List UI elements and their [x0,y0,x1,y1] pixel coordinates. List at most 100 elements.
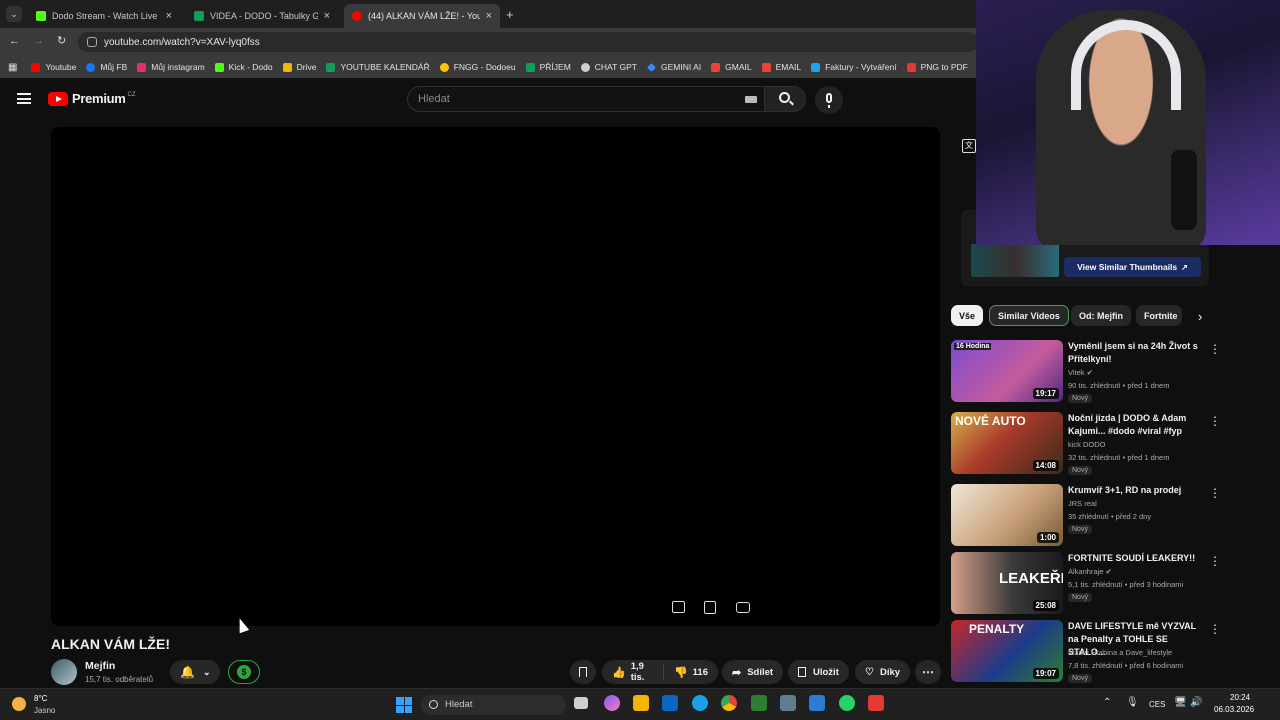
video-thumbnail[interactable]: NOVÉ AUTO 14:08 [951,412,1063,474]
view-similar-thumbnails-button[interactable]: View Similar Thumbnails ↗ [1064,257,1201,277]
reload-icon[interactable]: ↻ [57,34,66,47]
more-actions-button[interactable]: ⋯ [915,660,941,684]
voice-search-button[interactable] [815,86,843,114]
more-vertical-icon[interactable]: ⋮ [1209,414,1221,428]
app-icon[interactable] [868,695,884,711]
bookmark-fngg[interactable]: FNGG - Dodoeu [439,62,516,72]
back-icon[interactable]: ← [9,35,20,47]
save-to-list-button[interactable] [570,660,596,684]
browser-tab-2[interactable]: VIDEA - DODO - Tabulky Googl × [186,4,338,28]
bookmark-youtube[interactable]: Youtube [31,62,76,72]
chevron-right-icon[interactable]: › [1198,309,1202,324]
address-bar[interactable]: youtube.com/watch?v=XAV-lyq0fss [78,32,978,52]
clock-time[interactable]: 20:24 [1230,693,1250,702]
more-vertical-icon[interactable]: ⋮ [1209,622,1221,636]
close-tab-icon[interactable]: × [486,10,492,22]
site-info-icon[interactable] [87,37,97,47]
channel-name[interactable]: kick DODO [1068,440,1106,449]
file-explorer-icon[interactable] [633,695,649,711]
bookmark-drive[interactable]: Drive [282,62,316,72]
channel-name[interactable]: JRS real [1068,499,1097,508]
search-button[interactable] [764,86,806,112]
language-indicator[interactable]: CES [1149,700,1165,709]
outlook-icon[interactable] [662,695,678,711]
menu-icon[interactable] [17,93,31,104]
new-tab-icon[interactable]: + [506,7,514,22]
browser-tab-1[interactable]: Dodo Stream - Watch Live on K × [28,4,180,28]
video-title[interactable]: Krumvíř 3+1, RD na prodej [1068,484,1204,497]
chip-similar-videos[interactable]: Similar Videos [989,305,1069,326]
like-button[interactable]: 👍 1,9 tis. [602,661,664,683]
more-vertical-icon[interactable]: ⋮ [1209,554,1221,568]
video-thumbnail[interactable]: 1:00 [951,484,1063,546]
task-view-icon[interactable] [574,697,588,709]
bookmark-gmail[interactable]: GMAIL [711,62,752,72]
up-chevron-icon[interactable]: ⌃ [1103,697,1111,708]
notification-bell-button[interactable]: 🔔 ⌄ [170,660,220,684]
video-thumbnail[interactable]: 16 Hodina 19:17 [951,340,1063,402]
video-title[interactable]: FORTNITE SOUDÍ LEAKERY!! [1068,552,1204,565]
taskbar-search-input[interactable]: Hledat [421,695,566,715]
image-icon[interactable] [672,601,685,613]
chrome-icon[interactable] [721,695,737,711]
recommendation-item[interactable]: 1:00 Krumvíř 3+1, RD na prodej JRS real … [951,484,1231,552]
volume-icon[interactable]: 🔊 [1190,697,1202,708]
translate-icon[interactable]: 文 [962,139,976,153]
clock-date[interactable]: 06.03.2026 [1214,705,1254,714]
recommendation-item[interactable]: 16 Hodina 19:17 Vyměnil jsem si na 24h Ž… [951,340,1231,408]
bookmark-chatgpt[interactable]: CHAT GPT [580,62,637,72]
video-thumbnail[interactable]: PENALTY 19:07 [951,620,1063,682]
channel-avatar[interactable] [51,659,77,685]
dislike-button[interactable]: 👎 116 [664,666,718,679]
transcript-icon[interactable] [704,601,716,614]
apps-grid-icon[interactable]: ▦ [8,62,17,73]
chip-all[interactable]: Vše [951,305,984,326]
bookmark-faktury[interactable]: Faktury - Vytváření [811,62,897,72]
close-tab-icon[interactable]: × [324,10,330,22]
bookmark-png-to-pdf[interactable]: PNG to PDF [906,62,968,72]
video-title[interactable]: Vyměnil jsem si na 24h Život s Přítelkyn… [1068,340,1204,366]
bookmark-prijem[interactable]: PŘÍJEM [525,62,571,72]
keyboard-icon[interactable] [745,96,757,103]
copilot-icon[interactable] [604,695,620,711]
video-player[interactable] [51,127,940,626]
recommendation-item[interactable]: LEAKEŘI 25:08 FORTNITE SOUDÍ LEAKERY!! A… [951,552,1231,620]
search-input[interactable]: Hledat [407,86,765,112]
close-tab-icon[interactable]: × [166,10,172,22]
start-button[interactable] [396,697,412,713]
video-thumbnail[interactable]: LEAKEŘI 25:08 [951,552,1063,614]
join-button[interactable]: $ [228,660,260,684]
chip-fortnite[interactable]: Fortnite [1136,305,1182,326]
browser-tab-3-active[interactable]: (44) ALKAN VÁM LŽE! - YouTub × [344,4,500,28]
channel-name[interactable]: Mejfin [85,660,115,672]
video-title[interactable]: Noční jízda | DODO & Adam Kajumi... #dod… [1068,412,1204,438]
recommendation-item[interactable]: NOVÉ AUTO 14:08 Noční jízda | DODO & Ada… [951,412,1231,480]
mic-tray-icon[interactable]: 🎙 [1126,697,1139,708]
network-icon[interactable]: 🖥 [1174,697,1187,708]
channel-name[interactable]: Martin Hrabina a Dave_lifestyle [1068,648,1172,657]
recommendation-item[interactable]: PENALTY 19:07 DAVE LIFESTYLE mě VYZVAL n… [951,620,1231,688]
bookmark-gemini[interactable]: GEMINI AI [647,62,701,72]
channel-name[interactable]: Vitek ✔ [1068,368,1093,377]
terminal-icon[interactable] [751,695,767,711]
bookmark-kick[interactable]: Kick - Dodo [214,62,273,72]
tab-list-icon[interactable]: ⌄ [6,6,22,22]
edge-icon[interactable] [692,695,708,711]
share-button[interactable]: ➦ Sdílet [722,660,784,684]
forward-icon[interactable]: → [33,35,44,47]
more-vertical-icon[interactable]: ⋮ [1209,342,1221,356]
bookmark-instagram[interactable]: Můj instagram [137,62,205,72]
store-icon[interactable] [809,695,825,711]
bookmark-facebook[interactable]: Můj FB [86,62,127,72]
save-button[interactable]: Uložit [788,660,849,684]
whatsapp-icon[interactable] [839,695,855,711]
channel-name[interactable]: Alkanhraje ✔ [1068,567,1112,576]
thanks-button[interactable]: ♡ Díky [855,660,911,684]
chip-from-channel[interactable]: Od: Mejfin [1071,305,1131,326]
camera-icon[interactable] [736,602,750,613]
bookmark-youtube-calendar[interactable]: YOUTUBE KALENDÁŘ [326,62,430,72]
bookmark-email[interactable]: EMAIL [761,62,801,72]
youtube-premium-logo[interactable]: Premium CZ [48,91,136,106]
calculator-icon[interactable] [780,695,796,711]
more-vertical-icon[interactable]: ⋮ [1209,486,1221,500]
